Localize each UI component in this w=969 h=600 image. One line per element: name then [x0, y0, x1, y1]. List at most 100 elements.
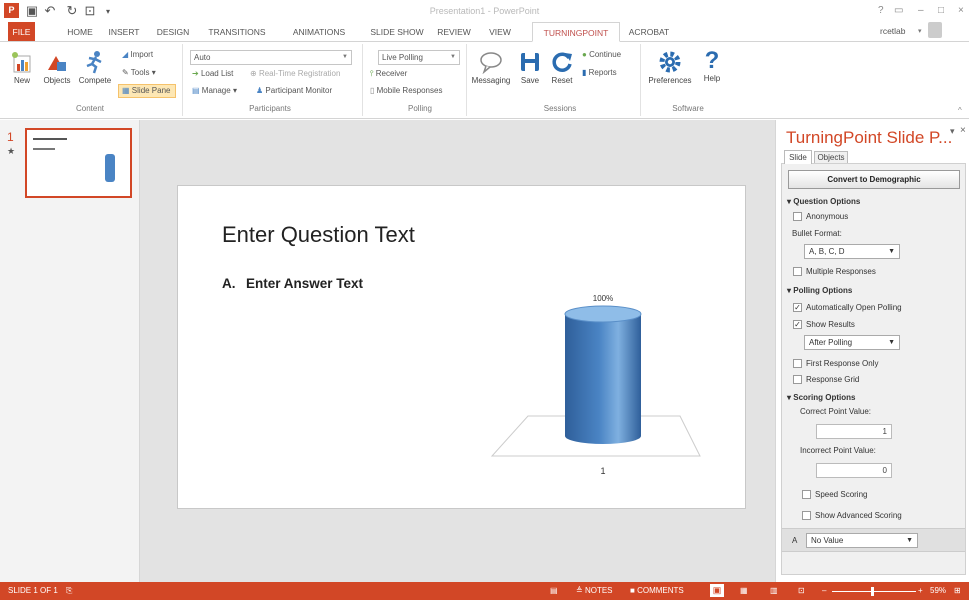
tab-animations[interactable]: ANIMATIONS	[280, 22, 358, 42]
scoring-options-heading[interactable]: ▾ Scoring Options	[787, 393, 855, 402]
preferences-button[interactable]: Preferences	[644, 50, 696, 85]
zoom-out-icon[interactable]: –	[822, 586, 826, 595]
answer-value-select[interactable]: No Value ▼	[806, 533, 918, 548]
compete-label: Compete	[78, 76, 112, 85]
zoom-level[interactable]: 59%	[930, 586, 946, 595]
minimize-icon[interactable]: –	[918, 5, 924, 16]
notes-icon: ≜	[576, 586, 583, 595]
help-icon[interactable]: ?	[878, 5, 884, 16]
continue-button[interactable]: ● Continue	[582, 50, 621, 59]
tab-turningpoint[interactable]: TURNINGPOINT	[532, 22, 620, 42]
collapse-ribbon-icon[interactable]: ^	[958, 106, 962, 115]
tab-transitions[interactable]: TRANSITIONS	[200, 22, 274, 42]
bullet-format-label: Bullet Format:	[792, 229, 842, 238]
slide-thumbnail[interactable]	[25, 128, 132, 198]
participant-monitor-button[interactable]: ♟ Participant Monitor	[256, 86, 332, 95]
continue-icon: ●	[582, 50, 587, 59]
incorrect-point-input[interactable]: 0	[816, 463, 892, 478]
fit-slide-icon[interactable]: ⊞	[954, 586, 961, 595]
pane-options-chevron-icon[interactable]: ▾	[950, 126, 955, 137]
tab-view[interactable]: VIEW	[480, 22, 520, 42]
messaging-label: Messaging	[471, 76, 511, 85]
answer-row-letter: A	[792, 536, 798, 545]
close-icon[interactable]: ×	[958, 5, 964, 16]
response-grid-checkbox[interactable]	[793, 375, 802, 384]
bar-1	[564, 305, 642, 444]
bullet-format-select[interactable]: A, B, C, D ▼	[804, 244, 900, 259]
compete-button[interactable]: Compete	[76, 50, 114, 85]
tab-insert[interactable]: INSERT	[104, 22, 144, 42]
receiver-button[interactable]: ⫯ Receiver	[370, 69, 407, 79]
auto-open-polling-checkbox[interactable]: ✓	[793, 303, 802, 312]
load-list-button[interactable]: ➔ Load List	[192, 69, 233, 78]
objects-button[interactable]: Objects	[40, 50, 74, 85]
spell-check-icon[interactable]: ⎘	[66, 586, 72, 596]
pane-tab-slide[interactable]: Slide	[784, 150, 812, 164]
auto-open-polling-label: Automatically Open Polling	[806, 303, 902, 312]
tab-acrobat[interactable]: ACROBAT	[622, 22, 676, 42]
pane-close-icon[interactable]: ×	[960, 125, 966, 136]
slide-sorter-icon[interactable]: ▦	[740, 586, 748, 595]
tab-review[interactable]: REVIEW	[432, 22, 476, 42]
participant-list-select[interactable]: Auto ▼	[190, 50, 352, 65]
question-mark-icon: ?	[704, 47, 720, 74]
tab-design[interactable]: DESIGN	[150, 22, 196, 42]
zoom-slider-track[interactable]	[832, 591, 916, 592]
normal-view-icon[interactable]: ▣	[710, 584, 724, 597]
anonymous-checkbox[interactable]	[793, 212, 802, 221]
question-text[interactable]: Enter Question Text	[222, 222, 415, 248]
group-separator	[362, 44, 363, 116]
import-button[interactable]: ◢ Import	[122, 50, 153, 59]
notes-button[interactable]: ≜ NOTES	[576, 586, 613, 595]
messaging-button[interactable]: Messaging	[470, 50, 512, 85]
slide-pane-button[interactable]: ▦ Slide Pane	[118, 84, 176, 98]
ribbon-display-icon[interactable]: ▭	[894, 5, 903, 16]
first-response-checkbox[interactable]	[793, 359, 802, 368]
scoring-options-label: Scoring Options	[793, 393, 856, 402]
realtime-registration-button[interactable]: ⊕ Real-Time Registration	[250, 69, 340, 78]
show-results-checkbox[interactable]: ✓	[793, 320, 802, 329]
multiple-responses-checkbox[interactable]	[793, 267, 802, 276]
polling-options-heading[interactable]: ▾ Polling Options	[787, 286, 852, 295]
maximize-icon[interactable]: □	[938, 5, 944, 16]
results-chart[interactable]: 100% 1	[448, 281, 728, 481]
reading-view-icon[interactable]: ▥	[770, 586, 778, 595]
correct-point-label: Correct Point Value:	[800, 407, 871, 416]
speed-scoring-checkbox[interactable]	[802, 490, 811, 499]
reports-label: Reports	[588, 68, 617, 77]
bar-top-cap	[564, 305, 642, 323]
question-options-heading[interactable]: ▾ Question Options	[787, 197, 860, 206]
new-button[interactable]: New	[8, 50, 36, 85]
reports-button[interactable]: ▮ Reports	[582, 68, 617, 77]
tab-file[interactable]: FILE	[8, 22, 35, 42]
ribbon-tabs: FILE HOME INSERT DESIGN TRANSITIONS ANIM…	[0, 22, 969, 42]
question-options-label: Question Options	[793, 197, 861, 206]
tools-button[interactable]: ✎ Tools ▾	[122, 68, 156, 77]
help-label: Help	[703, 74, 721, 83]
manage-button[interactable]: ▤ Manage ▾	[192, 86, 237, 95]
user-name[interactable]: rcetlab	[880, 26, 906, 36]
notes-left-icon[interactable]: ▤	[550, 586, 558, 595]
convert-demographic-button[interactable]: Convert to Demographic	[788, 170, 960, 189]
show-results-timing-select[interactable]: After Polling ▼	[804, 335, 900, 350]
thumbnail-bar	[105, 154, 115, 182]
user-menu-chevron-icon[interactable]: ▾	[918, 27, 922, 35]
help-button[interactable]: ? Help	[698, 47, 726, 84]
zoom-slider-thumb[interactable]	[871, 587, 874, 596]
tab-home[interactable]: HOME	[60, 22, 100, 42]
save-session-button[interactable]: Save	[516, 50, 544, 85]
slide-canvas[interactable]: Enter Question Text A. Enter Answer Text…	[177, 185, 746, 509]
tools-wrench-icon: ✎	[122, 68, 129, 77]
mobile-responses-button[interactable]: ▯ Mobile Responses	[370, 86, 442, 95]
answer-text[interactable]: Enter Answer Text	[246, 276, 363, 291]
import-label: Import	[130, 50, 154, 59]
user-avatar[interactable]	[928, 22, 942, 38]
reset-button[interactable]: Reset	[548, 50, 576, 85]
zoom-in-icon[interactable]: +	[918, 586, 923, 595]
tab-slide-show[interactable]: SLIDE SHOW	[366, 22, 428, 42]
correct-point-input[interactable]: 1	[816, 424, 892, 439]
polling-mode-select[interactable]: Live Polling ▼	[378, 50, 460, 65]
comments-button[interactable]: ■ COMMENTS	[630, 586, 684, 595]
slideshow-view-icon[interactable]: ⊡	[798, 586, 805, 595]
advanced-scoring-checkbox[interactable]	[802, 511, 811, 520]
